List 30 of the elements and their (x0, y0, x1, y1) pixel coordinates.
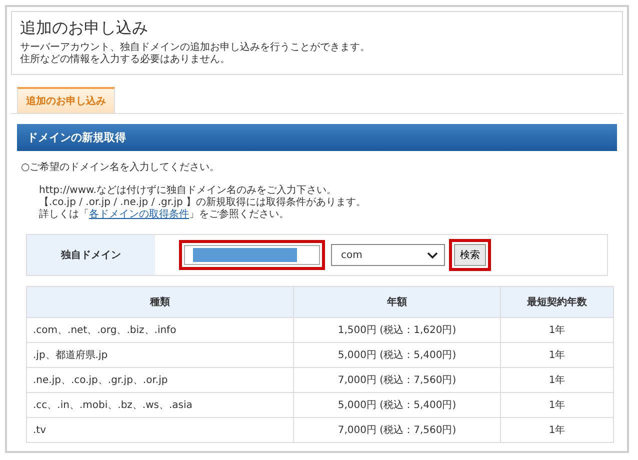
table-cell: 1年 (500, 418, 614, 442)
table-cell: .jp、都道府県.jp (26, 342, 294, 368)
note-text: http://www.などは付けずに独自ドメイン名のみをご入力下さい。 (39, 185, 338, 196)
note-text: 詳しくは「各ドメインの取得条件」をご参照ください。 (39, 209, 290, 221)
tld-select[interactable]: com (331, 244, 445, 266)
table-cell: 7,000円 (税込：7,560円) (294, 418, 500, 442)
table-cell: .tv (26, 418, 294, 442)
description-text: 住所などの情報を入力する必要はありません。 (20, 54, 231, 66)
note-text: 【.co.jp / .or.jp / .ne.jp / .gr.jp 】の新規取得には取得条件があります。 (39, 197, 368, 208)
page-title: 追加のお申し込み (20, 18, 149, 39)
field-label: 独自ドメイン (27, 235, 155, 275)
table-cell: 5,000円 (税込：5,400円) (294, 392, 500, 418)
table-cell: .cc、.in、.mobi、.bz、.ws、.asia (26, 392, 294, 418)
table-cell: 5,000円 (税込：5,400円) (294, 342, 500, 368)
table-cell: 1年 (500, 318, 614, 342)
table-cell: .com、.net、.org、.biz、.info (26, 318, 294, 342)
table-cell: 1年 (500, 392, 614, 418)
column-header: 最短契約年数 (500, 286, 614, 318)
table-cell: .ne.jp、.co.jp、.gr.jp、.or.jp (26, 368, 294, 392)
table-cell: 1,500円 (税込：1,620円) (294, 318, 500, 342)
description-text: サーバーアカウント、独自ドメインの追加お申し込みを行うことができます。 (20, 42, 371, 54)
table-cell: 1年 (500, 368, 614, 392)
table-cell: 1年 (500, 342, 614, 368)
table-cell: 7,000円 (税込：7,560円) (294, 368, 500, 392)
instruction-text: ○ご希望のドメイン名を入力してください。 (21, 160, 221, 174)
section-header: ドメインの新規取得 (17, 124, 617, 151)
conditions-link[interactable]: 各ドメインの取得条件 (89, 209, 189, 220)
column-header: 年額 (294, 286, 500, 318)
column-header: 種類 (26, 286, 294, 318)
search-button[interactable]: 検索 (454, 244, 486, 266)
